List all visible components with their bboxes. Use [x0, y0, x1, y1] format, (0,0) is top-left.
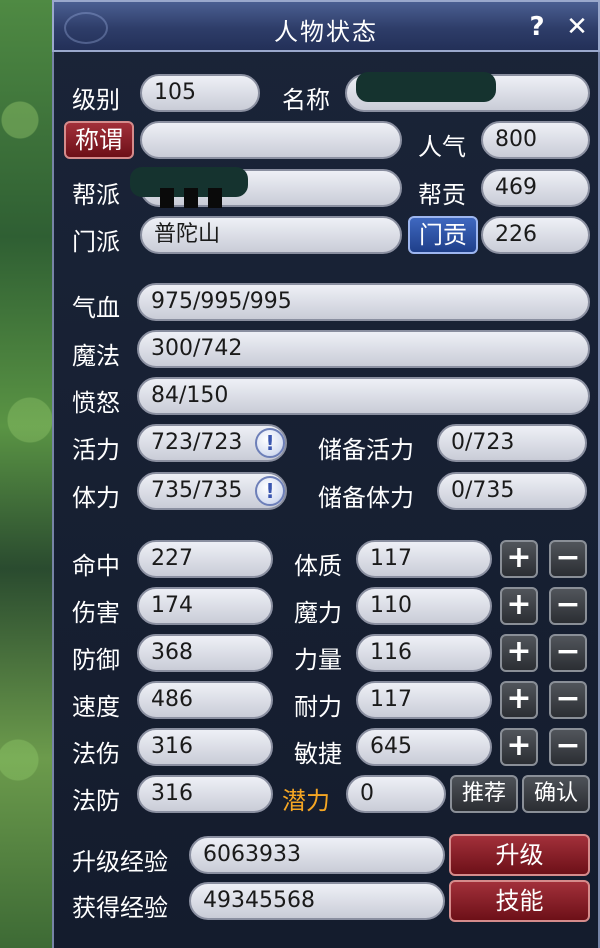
upgrade-button[interactable]: 升级 [449, 834, 590, 876]
mp-label: 魔法 [72, 342, 120, 370]
upgrade-exp-field: 6063933 [189, 836, 445, 874]
sect-field: 普陀山 [140, 216, 402, 254]
attr-value-agility: 645 [356, 728, 492, 766]
popularity-label: 人气 [418, 133, 466, 161]
agility-plus-button[interactable]: + [500, 728, 538, 766]
combat-label-magic-defense: 法防 [72, 787, 120, 815]
constitution-plus-button[interactable]: + [500, 540, 538, 578]
combat-label-speed: 速度 [72, 693, 120, 721]
guild-contribution-label: 帮贡 [418, 181, 466, 209]
reserve-vitality-field: 0/723 [437, 424, 587, 462]
attr-value-magic: 110 [356, 587, 492, 625]
magic-plus-button[interactable]: + [500, 587, 538, 625]
potential-label: 潜力 [282, 787, 330, 815]
guild-label: 帮派 [72, 181, 120, 209]
combat-value-magic-defense: 316 [137, 775, 273, 813]
combat-label-magic-damage: 法伤 [72, 740, 120, 768]
sect-contribution-button[interactable]: 门贡 [408, 216, 478, 254]
skills-button[interactable]: 技能 [449, 880, 590, 922]
magic-minus-button[interactable]: − [549, 587, 587, 625]
sect-contribution-field: 226 [481, 216, 590, 254]
combat-label-hit: 命中 [72, 552, 120, 580]
combat-value-magic-damage: 316 [137, 728, 273, 766]
gained-exp-label: 获得经验 [72, 894, 168, 922]
attr-label-magic: 魔力 [294, 599, 342, 627]
level-label: 级别 [72, 86, 120, 114]
stamina-label: 体力 [72, 484, 120, 512]
combat-label-defense: 防御 [72, 646, 120, 674]
attr-label-constitution: 体质 [294, 552, 342, 580]
help-icon[interactable]: ? [522, 12, 552, 42]
mp-field: 300/742 [137, 330, 590, 368]
hp-field: 975/995/995 [137, 283, 590, 321]
hp-label: 气血 [72, 294, 120, 322]
attr-label-endurance: 耐力 [294, 693, 342, 721]
reserve-vitality-label: 储备活力 [318, 436, 414, 464]
attr-value-strength: 116 [356, 634, 492, 672]
name-redaction [356, 72, 496, 102]
endurance-plus-button[interactable]: + [500, 681, 538, 719]
agility-minus-button[interactable]: − [549, 728, 587, 766]
attr-label-strength: 力量 [294, 646, 342, 674]
attr-label-agility: 敏捷 [294, 740, 342, 768]
upgrade-exp-label: 升级经验 [72, 848, 168, 876]
close-icon[interactable]: ✕ [562, 12, 592, 42]
attr-value-endurance: 117 [356, 681, 492, 719]
reserve-stamina-label: 储备体力 [318, 484, 414, 512]
combat-value-hit: 227 [137, 540, 273, 578]
vitality-info-icon[interactable]: ! [255, 428, 285, 458]
confirm-button[interactable]: 确认 [522, 775, 590, 813]
guild-redaction-block [208, 188, 222, 208]
rage-field: 84/150 [137, 377, 590, 415]
rage-label: 愤怒 [72, 389, 120, 417]
window-title: 人物状态 [274, 18, 378, 46]
game-scene-background [0, 0, 52, 948]
level-field: 105 [140, 74, 260, 112]
title-bar[interactable]: 人物状态 ? ✕ [52, 0, 600, 52]
combat-value-speed: 486 [137, 681, 273, 719]
title-button[interactable]: 称谓 [64, 121, 134, 159]
combat-label-damage: 伤害 [72, 599, 120, 627]
gained-exp-field: 49345568 [189, 882, 445, 920]
strength-minus-button[interactable]: − [549, 634, 587, 672]
attr-value-constitution: 117 [356, 540, 492, 578]
sect-label: 门派 [72, 228, 120, 256]
vitality-label: 活力 [72, 436, 120, 464]
popularity-field: 800 [481, 121, 590, 159]
title-field [140, 121, 402, 159]
potential-field: 0 [346, 775, 446, 813]
combat-value-damage: 174 [137, 587, 273, 625]
stamina-info-icon[interactable]: ! [255, 476, 285, 506]
guild-redaction-block [184, 188, 198, 208]
combat-value-defense: 368 [137, 634, 273, 672]
endurance-minus-button[interactable]: − [549, 681, 587, 719]
guild-contribution-field: 469 [481, 169, 590, 207]
recommend-button[interactable]: 推荐 [450, 775, 518, 813]
constitution-minus-button[interactable]: − [549, 540, 587, 578]
strength-plus-button[interactable]: + [500, 634, 538, 672]
guild-redaction-block [160, 188, 174, 208]
reserve-stamina-field: 0/735 [437, 472, 587, 510]
name-label: 名称 [282, 86, 330, 114]
